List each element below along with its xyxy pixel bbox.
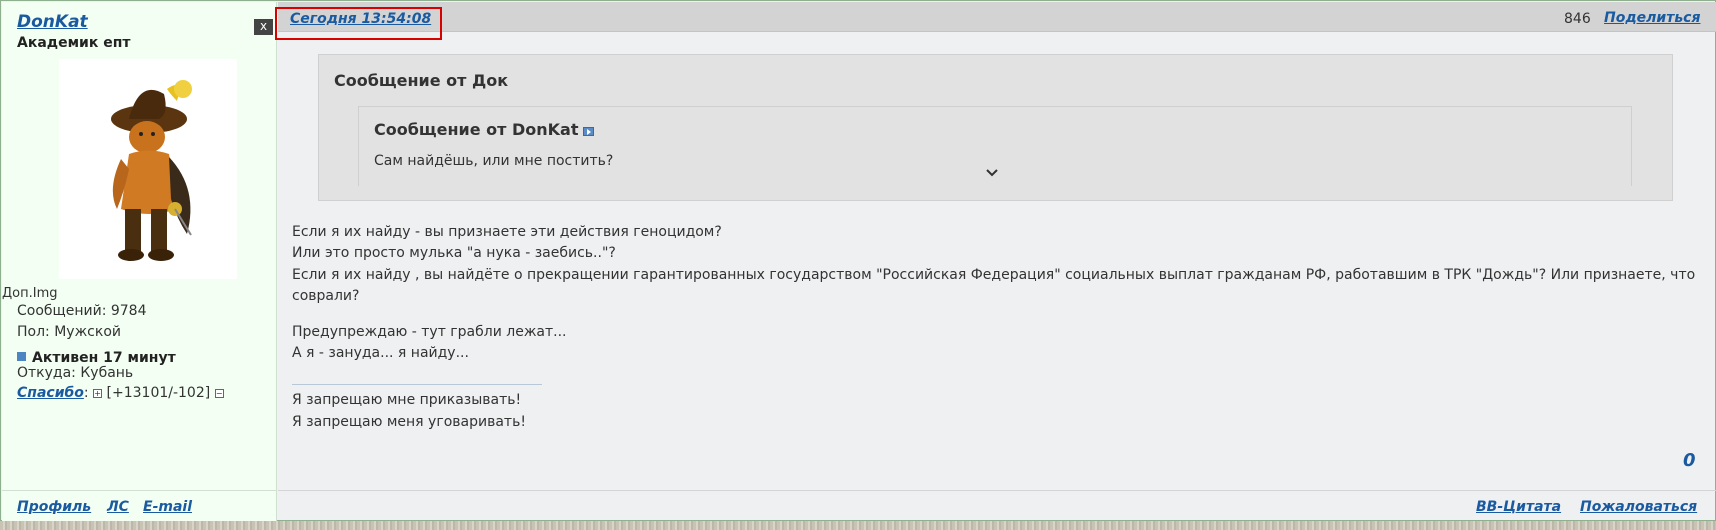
email-link[interactable]: E-mail bbox=[143, 499, 192, 515]
reputation-counter[interactable]: 0 bbox=[1683, 450, 1696, 471]
message-line: А я - зануда... я найду... bbox=[292, 345, 469, 361]
thanks-minus-icon[interactable]: − bbox=[214, 389, 224, 398]
nested-quote-author: Сообщение от DonKat bbox=[374, 120, 579, 139]
thanks-row: Спасибо: + [+13101/-102] − bbox=[17, 385, 224, 401]
thanks-plus-icon[interactable]: + bbox=[93, 389, 103, 398]
image-label: Доп.Img bbox=[2, 286, 58, 301]
bottom-border bbox=[0, 521, 1716, 530]
avatar bbox=[59, 59, 237, 279]
post-content: Сегодня 13:54:08 846 Поделиться Сообщени… bbox=[275, 2, 1716, 522]
user-gender: Пол: Мужской bbox=[17, 324, 122, 340]
chevron-down-icon[interactable] bbox=[986, 169, 998, 177]
signature-line: Я запрещаю мне приказывать! bbox=[292, 392, 522, 408]
post-footer: BB-Цитата Пожаловаться bbox=[278, 490, 1716, 522]
user-title: Академик епт bbox=[17, 35, 131, 51]
message-line: Если я их найду , вы найдёте о прекращен… bbox=[292, 267, 1696, 283]
signature-divider bbox=[292, 384, 542, 385]
post-header: Сегодня 13:54:08 846 Поделиться bbox=[275, 2, 1716, 40]
post-count: Сообщений: 9784 bbox=[17, 303, 147, 319]
message-line: Предупреждаю - тут грабли лежат... bbox=[292, 324, 567, 340]
quote-title: Сообщение от Док bbox=[334, 71, 509, 90]
quote-block: Сообщение от Док Сообщение от DonKat Сам… bbox=[318, 54, 1673, 201]
bbquote-link[interactable]: BB-Цитата bbox=[1476, 499, 1561, 515]
goto-post-icon[interactable] bbox=[583, 127, 595, 136]
pm-link[interactable]: ЛС bbox=[107, 499, 129, 515]
status-icon bbox=[17, 352, 26, 361]
message-line: соврали? bbox=[292, 288, 360, 304]
post-number: 846 bbox=[1564, 11, 1591, 27]
message-line: Если я их найду - вы признаете эти дейст… bbox=[292, 224, 722, 240]
nested-quote-text: Сам найдёшь, или мне постить? bbox=[374, 153, 614, 169]
message-line: Или это просто мулька "а нука - заебись.… bbox=[292, 245, 616, 261]
thanks-value: [+13101/-102] bbox=[106, 385, 211, 401]
highlight-frame bbox=[275, 7, 442, 40]
thanks-colon: : bbox=[83, 385, 89, 401]
username-link[interactable]: DonKat bbox=[17, 12, 88, 32]
user-info-panel: DonKat Академик епт x Доп.Img Сообщений:… bbox=[2, 2, 277, 521]
user-links: Профиль ЛС E-mail bbox=[2, 490, 277, 522]
profile-link[interactable]: Профиль bbox=[17, 499, 91, 515]
nested-quote-title: Сообщение от DonKat bbox=[374, 120, 595, 139]
online-status: Активен 17 минут bbox=[17, 350, 176, 366]
thanks-link[interactable]: Спасибо bbox=[17, 385, 84, 401]
user-location: Откуда: Кубань bbox=[17, 365, 134, 381]
share-link[interactable]: Поделиться bbox=[1604, 10, 1700, 26]
report-link[interactable]: Пожаловаться bbox=[1580, 499, 1697, 515]
close-icon[interactable]: x bbox=[254, 19, 273, 35]
signature-line: Я запрещаю меня уговаривать! bbox=[292, 414, 526, 430]
status-text: Активен 17 минут bbox=[32, 350, 176, 366]
forum-post: DonKat Академик епт x Доп.Img Сообщений:… bbox=[0, 0, 1716, 521]
